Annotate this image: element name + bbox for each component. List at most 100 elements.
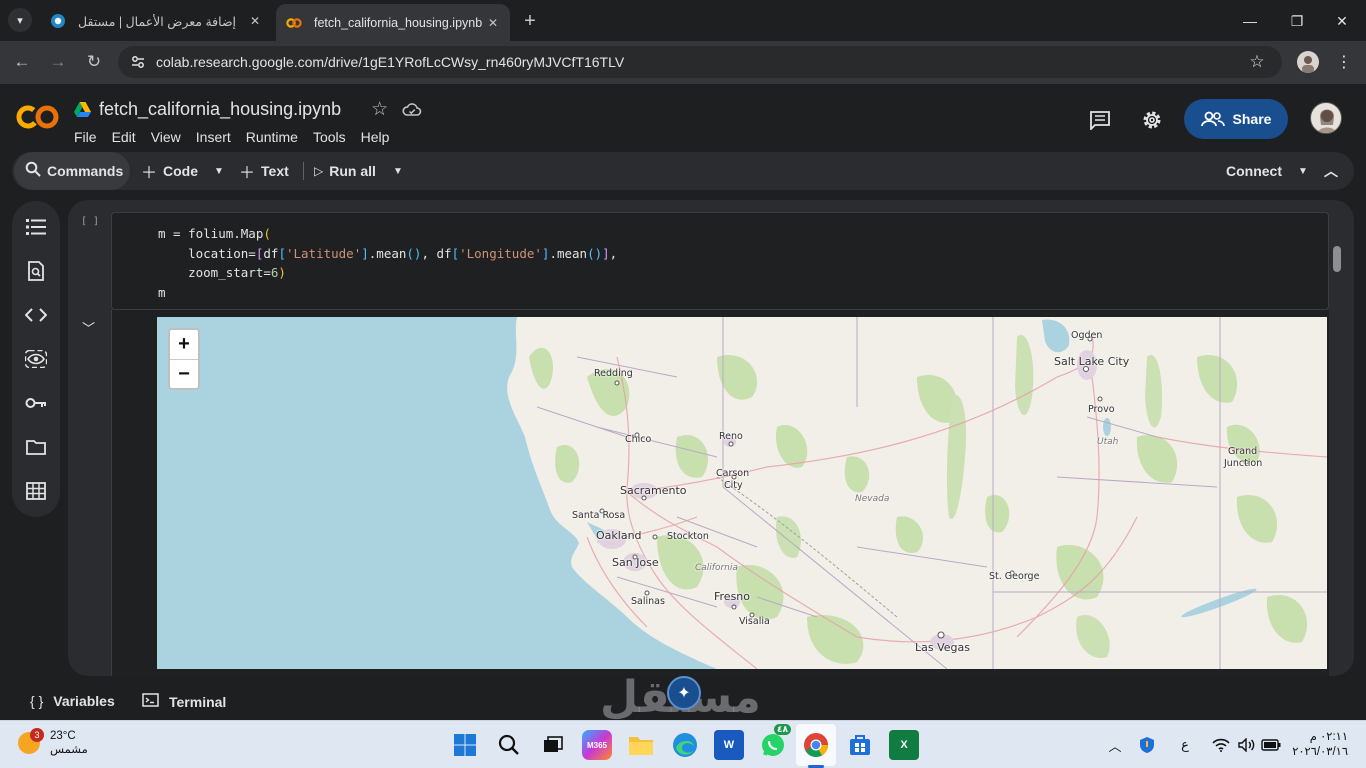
map-label-provo: Provo bbox=[1088, 404, 1115, 415]
comments-icon[interactable] bbox=[1088, 108, 1112, 132]
security-shield-icon[interactable] bbox=[1136, 734, 1158, 756]
new-tab-icon[interactable]: + bbox=[518, 9, 542, 33]
zoom-out-button[interactable]: − bbox=[170, 359, 198, 388]
user-avatar[interactable] bbox=[1310, 102, 1342, 134]
site-info-icon[interactable] bbox=[128, 52, 148, 72]
sun-icon: 3 bbox=[18, 728, 44, 754]
notebook-scrollbar[interactable] bbox=[1333, 246, 1341, 272]
connect-button[interactable]: Connect bbox=[1226, 152, 1282, 190]
profile-avatar-icon[interactable] bbox=[1297, 51, 1319, 73]
divider bbox=[303, 162, 304, 180]
tab-search-chevron-icon[interactable]: ▾ bbox=[8, 8, 32, 32]
volume-icon[interactable] bbox=[1236, 734, 1258, 756]
whatsapp-icon[interactable]: ٤٨ bbox=[758, 724, 791, 760]
secrets-key-icon[interactable] bbox=[24, 391, 48, 415]
restore-icon[interactable]: ❐ bbox=[1285, 9, 1309, 33]
plus-icon: ＋ bbox=[141, 165, 158, 182]
search-icon[interactable] bbox=[494, 730, 524, 760]
notebook-title[interactable]: fetch_california_housing.ipynb bbox=[99, 99, 341, 120]
menu-runtime[interactable]: Runtime bbox=[246, 129, 298, 145]
cloud-saved-icon[interactable] bbox=[402, 102, 422, 118]
url-text[interactable]: colab.research.google.com/drive/1gE1YRof… bbox=[156, 54, 1246, 70]
weather-widget[interactable]: 3 23°C مشمس bbox=[18, 728, 88, 757]
chrome-icon[interactable] bbox=[801, 730, 831, 760]
browser-tab-mostaql[interactable]: إضافة معرض الأعمال | مستقل ✕ bbox=[40, 4, 272, 38]
tray-overflow-chevron-icon[interactable]: ︿ bbox=[1104, 734, 1126, 756]
text-label: Text bbox=[261, 163, 289, 179]
add-text-button[interactable]: ＋ Text bbox=[239, 152, 289, 190]
input-language[interactable]: ع bbox=[1174, 734, 1196, 756]
word-icon[interactable]: W bbox=[714, 730, 744, 760]
forward-arrow-icon[interactable]: → bbox=[45, 49, 71, 75]
share-button[interactable]: Share bbox=[1184, 99, 1288, 139]
files-folder-icon[interactable] bbox=[24, 435, 48, 459]
folium-map[interactable]: + − Ogden Salt Lake City Provo Utah Gran… bbox=[157, 317, 1327, 669]
edge-icon[interactable] bbox=[670, 730, 700, 760]
bookmark-star-icon[interactable]: ☆ bbox=[1246, 51, 1268, 73]
run-all-button[interactable]: ▷ Run all bbox=[314, 152, 376, 190]
collapse-toolbar-chevron-up-icon[interactable]: ︿ bbox=[1324, 152, 1338, 190]
windows-start-icon[interactable] bbox=[450, 730, 480, 760]
settings-gear-icon[interactable] bbox=[1140, 108, 1164, 132]
wifi-icon[interactable] bbox=[1210, 734, 1232, 756]
menu-tools[interactable]: Tools bbox=[313, 129, 346, 145]
code-label: Code bbox=[163, 163, 199, 179]
google-drive-icon[interactable] bbox=[74, 102, 91, 117]
back-arrow-icon[interactable]: ← bbox=[9, 49, 35, 75]
map-label-stockton: Stockton bbox=[667, 531, 709, 542]
variables-button[interactable]: { } Variables bbox=[30, 693, 115, 709]
battery-icon[interactable] bbox=[1260, 734, 1282, 756]
code-snippets-icon[interactable] bbox=[24, 303, 48, 327]
star-icon[interactable]: ☆ bbox=[371, 98, 388, 121]
microsoft-store-icon[interactable] bbox=[845, 730, 875, 760]
menu-help[interactable]: Help bbox=[361, 129, 390, 145]
code-line-1: m = folium.Map( bbox=[158, 226, 271, 241]
find-replace-icon[interactable] bbox=[24, 259, 48, 283]
browser-menu-icon[interactable]: ⋮ bbox=[1334, 51, 1354, 73]
map-label-salinas: Salinas bbox=[631, 596, 665, 607]
map-label-junction: Junction bbox=[1224, 458, 1263, 469]
terminal-button[interactable]: Terminal bbox=[142, 693, 226, 710]
tab-title: fetch_california_housing.ipynb - bbox=[314, 15, 484, 30]
zoom-in-button[interactable]: + bbox=[170, 330, 198, 359]
minimize-icon[interactable]: — bbox=[1238, 9, 1262, 33]
menu-file[interactable]: File bbox=[74, 129, 97, 145]
windows-taskbar: 3 23°C مشمس M365 W ٤٨ X ︿ ع ٠٢:١١ م ٢٠٢٦… bbox=[0, 720, 1366, 768]
menu-insert[interactable]: Insert bbox=[196, 129, 231, 145]
execution-count[interactable]: [ ] bbox=[81, 216, 99, 227]
data-table-icon[interactable] bbox=[24, 479, 48, 503]
inspector-eye-icon[interactable] bbox=[24, 347, 48, 371]
map-label-salt-lake-city: Salt Lake City bbox=[1054, 355, 1130, 368]
notification-badge: 3 bbox=[30, 728, 44, 742]
gemini-sparkle-icon[interactable]: ✦ bbox=[667, 676, 701, 710]
code-cell[interactable]: m = folium.Map( location=[df['Latitude']… bbox=[111, 212, 1329, 310]
code-editor[interactable]: m = folium.Map( location=[df['Latitude']… bbox=[158, 224, 617, 302]
table-of-contents-icon[interactable] bbox=[24, 215, 48, 239]
connect-label: Connect bbox=[1226, 163, 1282, 179]
file-explorer-icon[interactable] bbox=[626, 730, 656, 760]
tab-close-icon[interactable]: ✕ bbox=[246, 12, 264, 30]
reload-icon[interactable]: ↻ bbox=[81, 49, 107, 75]
browser-tab-colab[interactable]: fetch_california_housing.ipynb - ✕ bbox=[276, 4, 510, 41]
clock[interactable]: ٠٢:١١ م ٢٠٢٦/٠٣/١٦ bbox=[1292, 730, 1348, 760]
tab-title: إضافة معرض الأعمال | مستقل bbox=[78, 14, 237, 29]
collapse-output-chevron-icon[interactable]: ﹀ bbox=[82, 318, 95, 337]
code-dropdown-button[interactable]: ▼ bbox=[210, 152, 224, 190]
menu-view[interactable]: View bbox=[151, 129, 181, 145]
task-view-icon[interactable] bbox=[538, 730, 568, 760]
run-all-dropdown-button[interactable]: ▼ bbox=[389, 152, 403, 190]
m365-icon[interactable]: M365 bbox=[582, 730, 612, 760]
add-code-button[interactable]: ＋ Code bbox=[141, 152, 198, 190]
terminal-label: Terminal bbox=[169, 693, 227, 710]
clock-time: ٠٢:١١ م bbox=[1309, 731, 1348, 743]
map-label-nevada: Nevada bbox=[855, 494, 890, 504]
tab-close-icon[interactable]: ✕ bbox=[484, 14, 502, 32]
address-bar[interactable]: colab.research.google.com/drive/1gE1YRof… bbox=[118, 46, 1282, 78]
colab-logo-icon[interactable] bbox=[16, 104, 60, 130]
excel-icon[interactable]: X bbox=[889, 730, 919, 760]
menu-edit[interactable]: Edit bbox=[112, 129, 136, 145]
map-zoom-control: + − bbox=[168, 328, 200, 390]
connect-dropdown-button[interactable]: ▼ bbox=[1294, 152, 1308, 190]
close-window-icon[interactable]: ✕ bbox=[1330, 9, 1354, 33]
commands-button[interactable]: Commands bbox=[14, 152, 130, 190]
